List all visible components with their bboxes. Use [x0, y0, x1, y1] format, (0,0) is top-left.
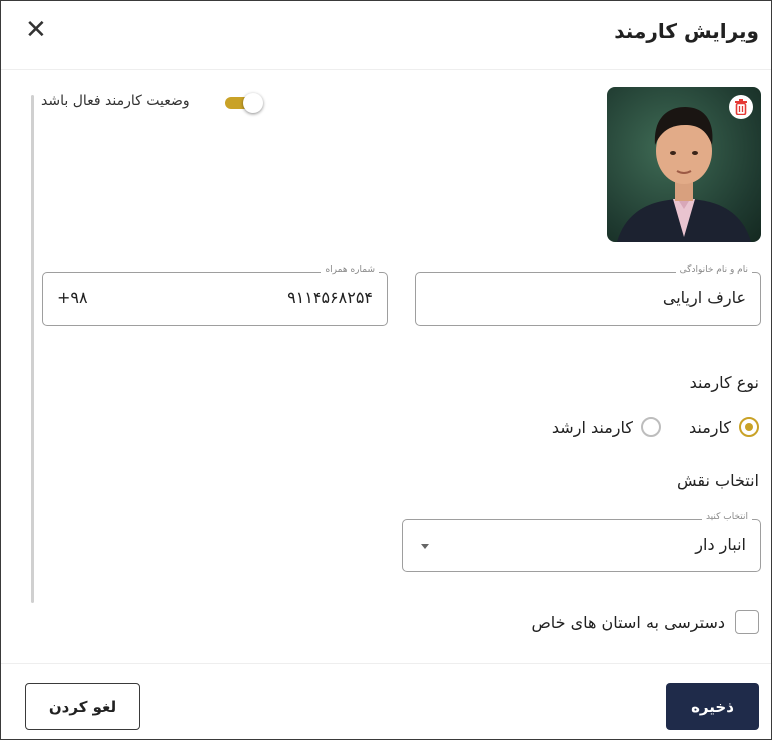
role-title: انتخاب نقش	[676, 471, 759, 490]
province-access-row[interactable]: دسترسی به استان های خاص	[531, 610, 759, 634]
radio-senior-employee[interactable]: کارمند ارشد	[552, 417, 661, 437]
employee-type-radios: کارمند کارمند ارشد	[524, 417, 759, 437]
radio-senior-label: کارمند ارشد	[551, 417, 633, 437]
mobile-field[interactable]: شماره همراه ۹۱۱۴۵۶۸۲۵۴ +۹۸	[42, 265, 388, 326]
edit-employee-dialog: ویرایش کارمند ✕ وضعیت کارمند فعال باشد ن…	[0, 0, 772, 740]
status-toggle[interactable]	[225, 93, 265, 113]
radio-circle-selected	[739, 417, 759, 437]
full-name-value: عارف اریایی	[662, 288, 746, 307]
dialog-header: ویرایش کارمند ✕	[1, 1, 771, 70]
role-select-box[interactable]: انتخاب کنید انبار دار	[402, 512, 761, 572]
toggle-thumb	[243, 93, 263, 113]
radio-circle	[640, 417, 661, 437]
province-access-checkbox[interactable]	[735, 610, 759, 634]
status-toggle-row: وضعیت کارمند فعال باشد	[41, 91, 271, 117]
cancel-button[interactable]: لغو کردن	[25, 683, 140, 730]
province-access-label: دسترسی به استان های خاص	[531, 612, 725, 632]
radio-employee-label: کارمند	[688, 417, 731, 437]
radio-employee[interactable]: کارمند	[689, 417, 759, 437]
close-icon[interactable]: ✕	[25, 15, 47, 45]
status-toggle-label: وضعیت کارمند فعال باشد	[41, 93, 190, 109]
role-select-value: انبار دار	[695, 535, 746, 554]
full-name-field[interactable]: نام و نام خانوادگی عارف اریایی	[415, 265, 761, 326]
role-select-label: انتخاب کنید	[701, 512, 752, 522]
mobile-label: شماره همراه	[321, 265, 379, 275]
scroll-indicator	[31, 95, 34, 603]
dialog-title: ویرایش کارمند	[614, 19, 759, 43]
mobile-prefix: +۹۸	[57, 288, 88, 307]
save-button[interactable]: ذخیره	[666, 683, 759, 730]
delete-photo-button[interactable]	[729, 95, 753, 119]
mobile-value: ۹۱۱۴۵۶۸۲۵۴	[287, 288, 373, 307]
full-name-label: نام و نام خانوادگی	[675, 265, 752, 275]
chevron-down-icon[interactable]	[421, 544, 429, 549]
employee-photo[interactable]	[607, 87, 761, 242]
employee-type-title: نوع کارمند	[689, 373, 759, 392]
trash-icon	[735, 99, 747, 115]
